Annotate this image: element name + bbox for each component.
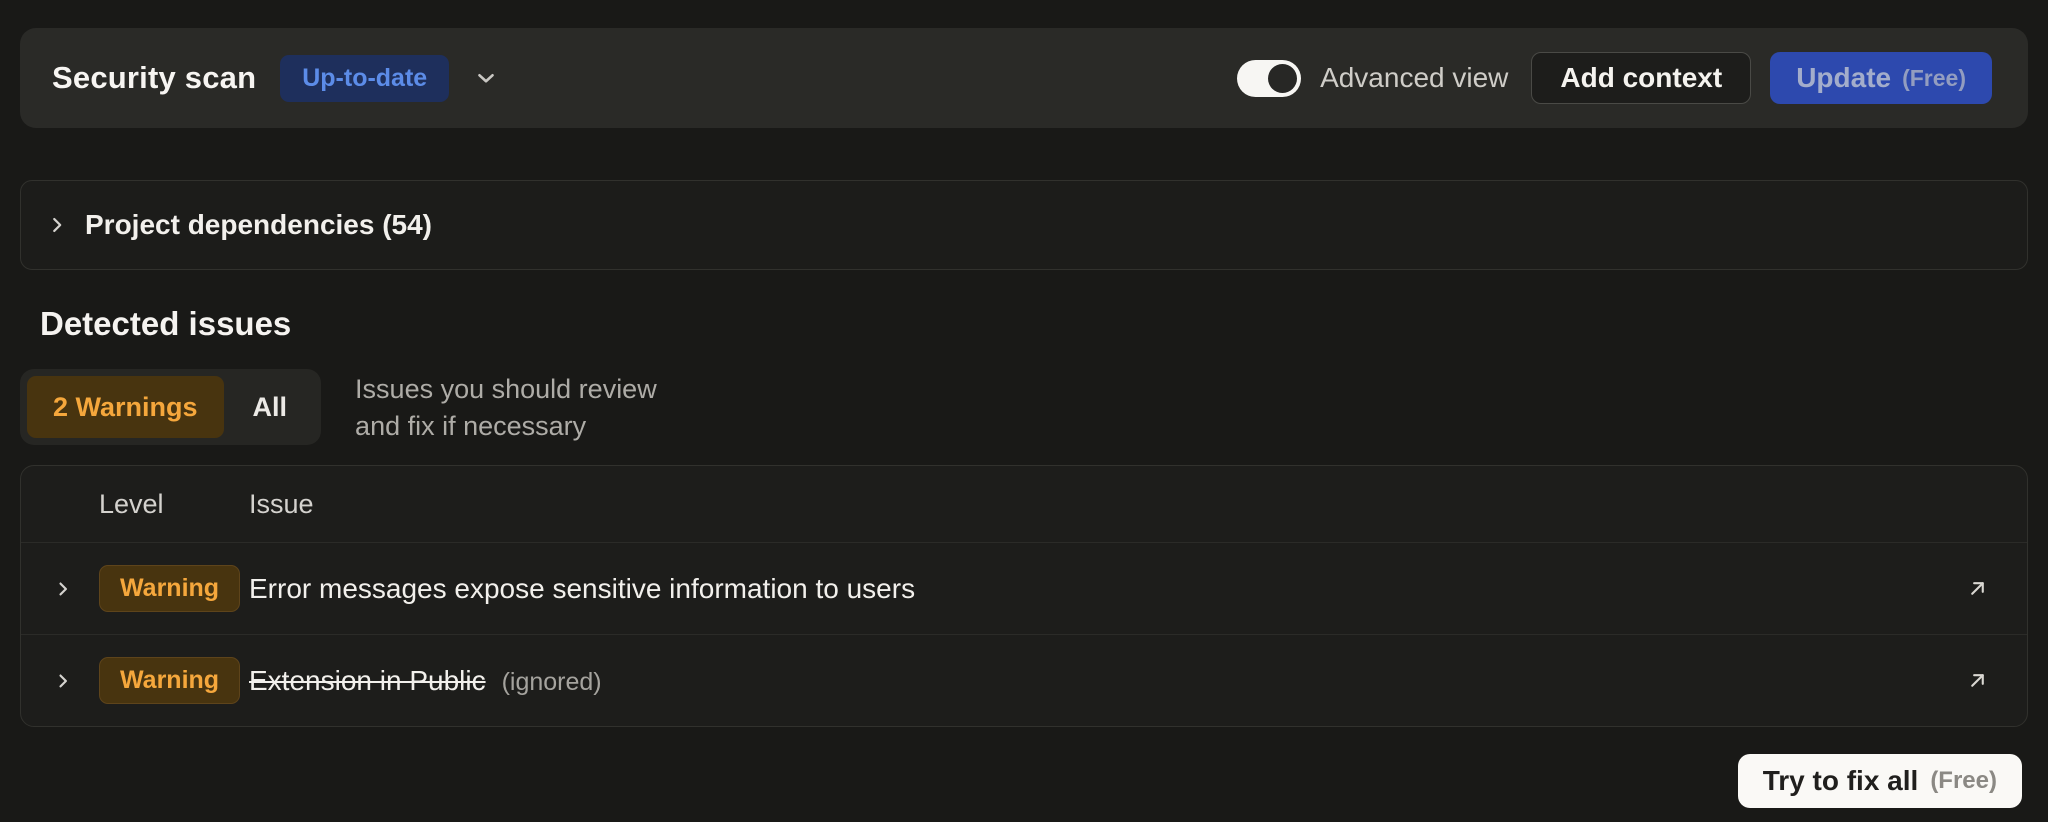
issue-filter-tabs: 2 Warnings All: [20, 369, 321, 445]
issues-table-body: Warning Error messages expose sensitive i…: [21, 542, 2027, 726]
update-button[interactable]: Update (Free): [1770, 52, 1992, 104]
level-cell: Warning: [99, 565, 249, 612]
try-fix-all-button[interactable]: Try to fix all (Free): [1738, 754, 2022, 808]
column-header-issue: Issue: [249, 489, 1931, 520]
scan-dropdown-button[interactable]: [473, 65, 499, 91]
issue-title: Error messages expose sensitive informat…: [249, 573, 915, 605]
status-badge: Up-to-date: [280, 55, 449, 102]
update-button-label: Update: [1796, 62, 1891, 94]
action-cell: [1931, 577, 2027, 600]
chevron-right-icon[interactable]: [53, 671, 73, 691]
chevron-right-icon: [46, 214, 68, 236]
security-scan-panel: Security scan Up-to-date Advanced view A…: [0, 0, 2048, 822]
try-fix-all-label: Try to fix all: [1763, 765, 1919, 797]
header-title-group: Security scan Up-to-date: [52, 55, 499, 102]
issues-description: Issues you should review and fix if nece…: [355, 369, 657, 445]
try-fix-all-free-tag: (Free): [1930, 767, 1997, 795]
issues-table: Level Issue Warning Error messages expose…: [20, 465, 2028, 727]
chevron-right-icon[interactable]: [53, 579, 73, 599]
security-scan-header: Security scan Up-to-date Advanced view A…: [20, 28, 2028, 128]
issue-cell: Extension in Public (ignored): [249, 665, 1931, 697]
issues-filter-row: 2 Warnings All Issues you should review …: [20, 369, 2028, 445]
table-row[interactable]: Warning Extension in Public (ignored): [21, 634, 2027, 726]
column-header-level: Level: [99, 489, 249, 520]
issues-description-line2: and fix if necessary: [355, 408, 657, 445]
issue-cell: Error messages expose sensitive informat…: [249, 573, 1931, 605]
project-dependencies-row[interactable]: Project dependencies (54): [20, 180, 2028, 270]
external-link-icon[interactable]: [1966, 577, 1989, 600]
row-expand-chevron[interactable]: [43, 579, 99, 599]
ignored-tag: (ignored): [502, 668, 602, 697]
project-dependencies-label: Project dependencies (54): [85, 209, 432, 241]
issues-description-line1: Issues you should review: [355, 371, 657, 408]
update-button-free-tag: (Free): [1902, 65, 1966, 92]
advanced-view-toggle[interactable]: [1237, 60, 1301, 97]
level-badge: Warning: [99, 565, 240, 612]
issues-table-header: Level Issue: [21, 466, 2027, 542]
toggle-knob: [1268, 64, 1297, 93]
table-row[interactable]: Warning Error messages expose sensitive i…: [21, 542, 2027, 634]
external-link-icon[interactable]: [1966, 669, 1989, 692]
detected-issues-heading: Detected issues: [40, 305, 2028, 343]
page-title: Security scan: [52, 60, 256, 96]
chevron-down-icon: [473, 65, 499, 91]
row-expand-chevron[interactable]: [43, 671, 99, 691]
filter-warnings-tab[interactable]: 2 Warnings: [27, 376, 224, 438]
filter-all-tab[interactable]: All: [226, 376, 315, 438]
header-actions: Advanced view Add context Update (Free): [1237, 52, 1992, 104]
add-context-button[interactable]: Add context: [1531, 52, 1751, 104]
level-badge: Warning: [99, 657, 240, 704]
issue-title: Extension in Public: [249, 665, 486, 697]
level-cell: Warning: [99, 657, 249, 704]
advanced-view-label: Advanced view: [1320, 62, 1508, 94]
action-cell: [1931, 669, 2027, 692]
footer-actions: Try to fix all (Free): [20, 754, 2028, 808]
